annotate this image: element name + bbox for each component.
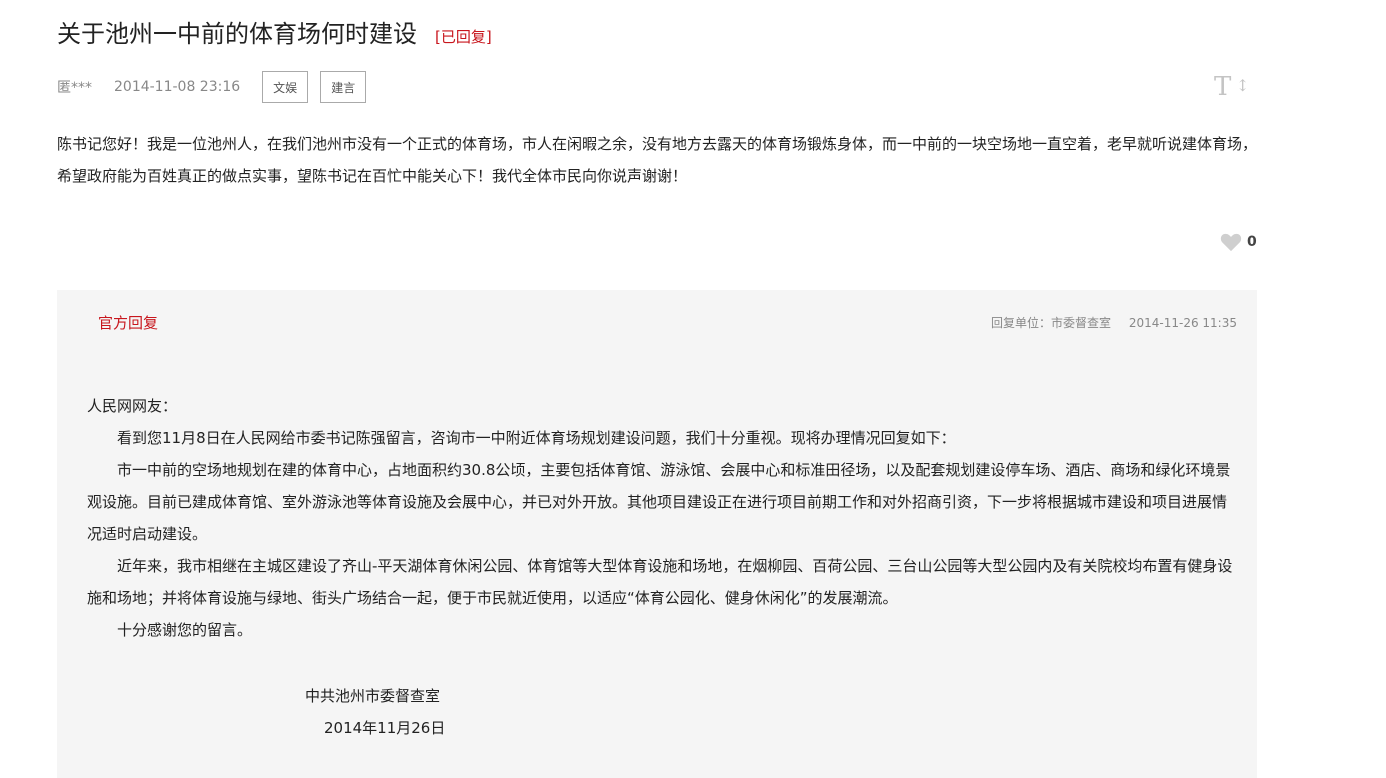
reply-paragraph: 十分感谢您的留言。 — [117, 621, 253, 639]
question-meta: 匿*** 2014-11-08 23:16 文娱 建言 — [57, 70, 378, 104]
heart-icon — [1220, 233, 1242, 252]
question-body: 陈书记您好！我是一位池州人，在我们池州市没有一个正式的体育场，市人在闲暇之余，没… — [57, 135, 1258, 185]
like-count: 0 — [1247, 234, 1257, 250]
reply-label: 官方回复 — [98, 314, 159, 332]
signature-date: 2014年11月26日 — [324, 719, 446, 737]
reply-meta: 回复单位：市委督查室 2014-11-26 11:35 — [977, 314, 1237, 331]
reply-unit: 回复单位：市委督查室 — [991, 316, 1112, 330]
font-size-icon[interactable]: T ↕ — [1214, 72, 1250, 102]
author-name: 匿*** — [57, 80, 92, 96]
title-row: 关于池州一中前的体育场何时建设 [已回复] — [57, 14, 492, 49]
tag-suggestion[interactable]: 建言 — [320, 71, 367, 103]
reply-paragraph: 市一中前的空场地规划在建的体育中心，占地面积约30.8公顷，主要包括体育馆、游泳… — [87, 461, 1231, 543]
reply-paragraph: 近年来，我市相继在主城区建设了齐山-平天湖体育休闲公园、体育馆等大型体育设施和场… — [87, 557, 1233, 607]
signature-org: 中共池州市委督查室 — [305, 687, 441, 705]
reply-greeting: 人民网网友： — [87, 397, 178, 415]
reply-paragraph: 看到您11月8日在人民网给市委书记陈强留言，咨询市一中附近体育场规划建设问题，我… — [117, 429, 956, 447]
status-badge: [已回复] — [435, 28, 492, 46]
post-datetime: 2014-11-08 23:16 — [114, 79, 241, 95]
official-reply: 官方回复 回复单位：市委督查室 2014-11-26 11:35 人民网网友： … — [57, 290, 1257, 778]
page-title: 关于池州一中前的体育场何时建设 — [57, 20, 417, 48]
reply-body: 人民网网友： 看到您11月8日在人民网给市委书记陈强留言，咨询市一中附近体育场规… — [87, 390, 1237, 646]
tag-entertainment[interactable]: 文娱 — [262, 71, 309, 103]
font-size-arrows-icon: ↕ — [1236, 76, 1250, 95]
reply-signature: 中共池州市委督查室 2014年11月26日 — [305, 680, 445, 744]
font-size-letter: T — [1214, 72, 1232, 102]
like-button[interactable]: 0 — [1220, 232, 1257, 252]
reply-datetime: 2014-11-26 11:35 — [1128, 316, 1237, 330]
